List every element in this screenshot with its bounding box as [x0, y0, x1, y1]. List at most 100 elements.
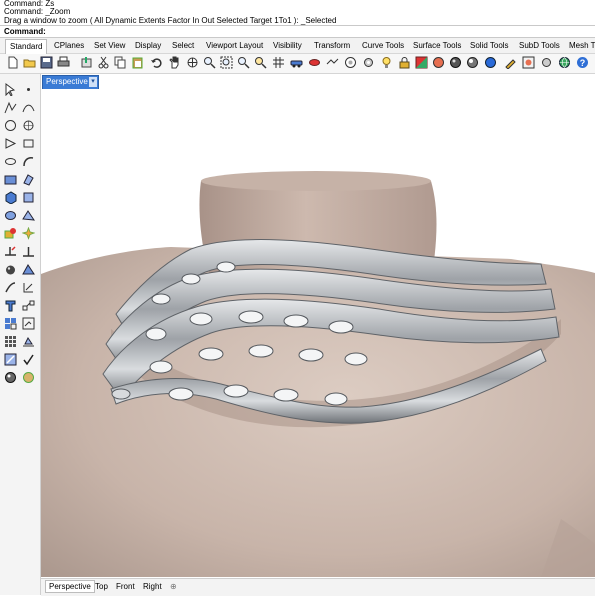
tab-right[interactable]: Right [143, 582, 162, 591]
tab-perspective[interactable]: Perspective [45, 580, 95, 593]
print-icon[interactable] [57, 56, 70, 69]
tab-set-view[interactable]: Set View [94, 41, 125, 50]
options-icon[interactable] [504, 56, 517, 69]
command-history-line: Command: _Zoom [4, 7, 71, 16]
viewport-title-tab[interactable]: Perspective ▾ [42, 75, 99, 90]
dimension-icon[interactable] [22, 281, 35, 294]
paste-icon[interactable] [131, 56, 144, 69]
command-prompt-label: Command: [4, 27, 46, 36]
transform-icon[interactable] [4, 299, 17, 312]
point-icon[interactable] [22, 83, 35, 96]
tab-subd-tools[interactable]: SubD Tools [519, 41, 560, 50]
tab-display[interactable]: Display [135, 41, 161, 50]
left-toolbar [0, 74, 41, 595]
render-icon[interactable] [484, 56, 497, 69]
sphere-icon[interactable] [466, 56, 479, 69]
text-icon[interactable] [4, 281, 17, 294]
solid-box-icon[interactable] [4, 191, 17, 204]
tab-top[interactable]: Top [95, 582, 108, 591]
curve-icon[interactable] [22, 101, 35, 114]
copy-icon[interactable] [114, 56, 127, 69]
render-tool-icon[interactable] [22, 335, 35, 348]
open-icon[interactable] [23, 56, 36, 69]
viewport-render [41, 89, 595, 577]
toolbar-tabs: Standard CPlanes Set View Display Select… [0, 38, 595, 55]
import-icon[interactable] [80, 56, 93, 69]
polyline-icon[interactable] [4, 101, 17, 114]
standard-toolbar: ? [0, 54, 595, 74]
tab-transform[interactable]: Transform [314, 41, 350, 50]
perspective-viewport[interactable] [41, 89, 595, 577]
group-icon[interactable] [4, 263, 17, 276]
shaded-icon[interactable] [432, 56, 445, 69]
cut-icon[interactable] [97, 56, 110, 69]
rotate-icon[interactable] [186, 56, 199, 69]
new-icon[interactable] [6, 56, 19, 69]
freeform-icon[interactable] [22, 155, 35, 168]
grid-icon[interactable] [272, 56, 285, 69]
circle-tool-icon[interactable] [4, 119, 17, 132]
command-input[interactable]: Command: [0, 25, 595, 38]
check-icon[interactable] [22, 353, 35, 366]
polygon-icon[interactable] [4, 137, 17, 150]
fillet-icon[interactable] [4, 227, 17, 240]
car-icon[interactable] [290, 56, 303, 69]
zoom-window-icon[interactable] [220, 56, 233, 69]
line-icon[interactable] [308, 56, 321, 69]
ellipse-icon[interactable] [4, 155, 17, 168]
tab-surface-tools[interactable]: Surface Tools [413, 41, 461, 50]
rendered-view-icon[interactable] [22, 371, 35, 384]
svg-text:?: ? [580, 58, 586, 68]
color-icon[interactable] [415, 56, 428, 69]
lock-icon[interactable] [398, 56, 411, 69]
surface-icon[interactable] [4, 173, 17, 186]
help-icon[interactable]: ? [576, 56, 589, 69]
render-icon[interactable] [522, 56, 535, 69]
tab-solid-tools[interactable]: Solid Tools [470, 41, 509, 50]
explode-icon[interactable] [22, 227, 35, 240]
pan-icon[interactable] [168, 56, 181, 69]
solid-tools-icon[interactable] [22, 191, 35, 204]
tab-mesh-tools[interactable]: Mesh Tools [569, 41, 595, 50]
array-icon[interactable] [4, 317, 17, 330]
rendered-icon[interactable] [449, 56, 462, 69]
tab-front[interactable]: Front [116, 582, 135, 591]
viewport-tabs: Perspective Top Front Right ⊕ [41, 578, 595, 596]
select-arrow-icon[interactable] [4, 83, 17, 96]
box-icon[interactable] [4, 335, 17, 348]
move-icon[interactable] [22, 299, 35, 312]
tab-viewport-layout[interactable]: Viewport Layout [206, 41, 263, 50]
options-icon[interactable] [540, 56, 553, 69]
analyze-icon[interactable] [4, 353, 17, 366]
tab-curve-tools[interactable]: Curve Tools [362, 41, 404, 50]
save-icon[interactable] [40, 56, 53, 69]
zoom-selected-icon[interactable] [254, 56, 267, 69]
command-area: Command: Zs Command: _Zoom Drag a window… [0, 0, 595, 38]
split-icon[interactable] [22, 245, 35, 258]
zoom-extents-icon[interactable] [237, 56, 250, 69]
rectangle-icon[interactable] [22, 137, 35, 150]
array-polar-icon[interactable] [22, 317, 35, 330]
tab-select[interactable]: Select [172, 41, 194, 50]
zoom-icon[interactable] [203, 56, 216, 69]
tab-visibility[interactable]: Visibility [273, 41, 302, 50]
lightbulb-icon[interactable] [380, 56, 393, 69]
circle-icon[interactable] [326, 56, 339, 69]
tab-cplanes[interactable]: CPlanes [54, 41, 84, 50]
add-viewport-icon[interactable]: ⊕ [170, 582, 177, 591]
viewport-title: Perspective [46, 77, 88, 86]
trim-icon[interactable] [4, 245, 17, 258]
command-history-line: Drag a window to zoom ( All Dynamic Exte… [4, 16, 337, 25]
globe-icon[interactable] [558, 56, 571, 69]
blend-icon[interactable] [22, 263, 35, 276]
extrude-icon[interactable] [22, 173, 35, 186]
undo-icon[interactable] [150, 56, 163, 69]
tab-standard[interactable]: Standard [5, 39, 48, 55]
arc-icon[interactable] [22, 119, 35, 132]
boolean-icon[interactable] [22, 209, 35, 222]
settings-icon[interactable] [362, 56, 375, 69]
viewport-menu-icon[interactable]: ▾ [89, 77, 97, 87]
sphere-tool-icon[interactable] [4, 371, 17, 384]
mesh-icon[interactable] [4, 209, 17, 222]
circle-icon[interactable] [344, 56, 357, 69]
